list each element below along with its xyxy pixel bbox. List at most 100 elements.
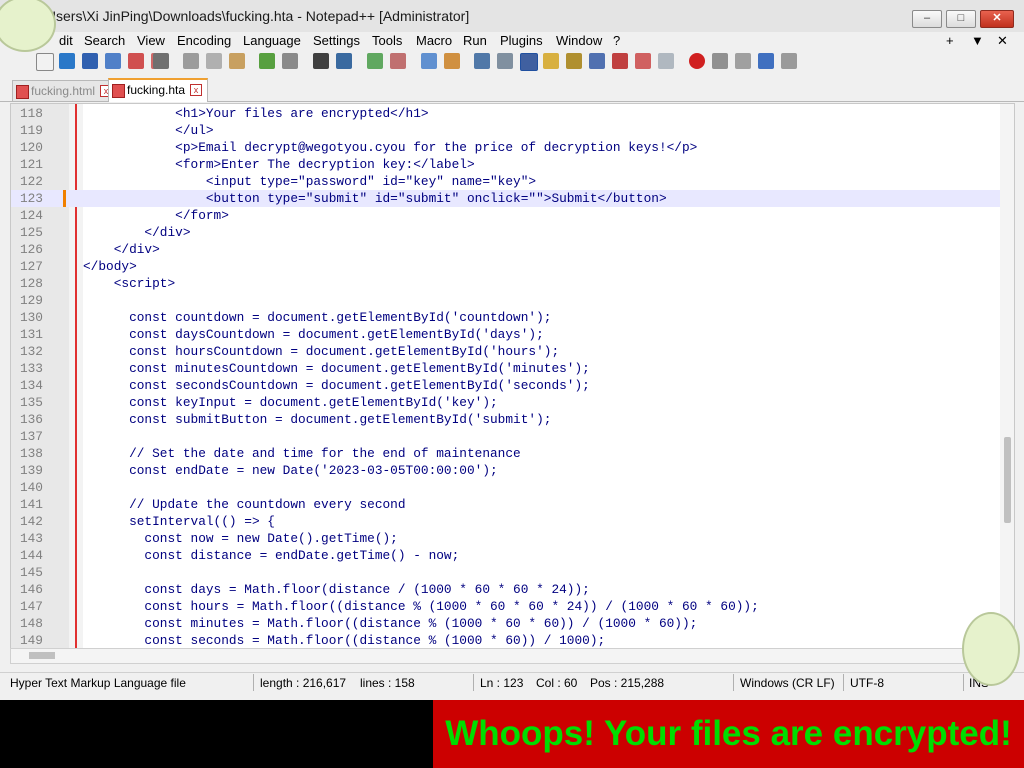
close-button[interactable]: ✕: [980, 10, 1014, 28]
desktop-pet-bottom-right[interactable]: [962, 612, 1020, 686]
code-line[interactable]: 128 <script>: [11, 275, 1001, 292]
code-line[interactable]: 136 const submitButton = document.getEle…: [11, 411, 1001, 428]
new-tab-icon[interactable]: +: [946, 33, 954, 48]
vertical-scroll-thumb[interactable]: [1004, 437, 1011, 523]
code-line[interactable]: 143 const now = new Date().getTime();: [11, 530, 1001, 547]
code-text: </ul>: [83, 123, 214, 138]
code-text: </form>: [83, 208, 229, 223]
code-line[interactable]: 132 const hoursCountdown = document.getE…: [11, 343, 1001, 360]
menu-encoding[interactable]: Encoding: [177, 33, 231, 48]
code-line[interactable]: 118 <h1>Your files are encrypted</h1>: [11, 105, 1001, 122]
code-line[interactable]: 127 </body>: [11, 258, 1001, 275]
code-line[interactable]: 138 // Set the date and time for the end…: [11, 445, 1001, 462]
doc-list-icon[interactable]: [589, 53, 605, 69]
line-number: 131: [19, 327, 43, 342]
menu-help[interactable]: ?: [613, 33, 620, 48]
status-eol[interactable]: Windows (CR LF): [740, 676, 835, 690]
word-wrap-icon[interactable]: [474, 53, 490, 69]
code-line[interactable]: 119 </ul>: [11, 122, 1001, 139]
code-line[interactable]: 122 <input type="password" id="key" name…: [11, 173, 1001, 190]
minimize-button[interactable]: –: [912, 10, 942, 28]
function-list-icon[interactable]: [612, 53, 628, 69]
doc-map-icon[interactable]: [566, 53, 582, 69]
code-line[interactable]: 145: [11, 564, 1001, 581]
cut-icon[interactable]: [183, 53, 199, 69]
line-number: 140: [19, 480, 43, 495]
code-line[interactable]: 133 const minutesCountdown = document.ge…: [11, 360, 1001, 377]
code-line[interactable]: 126 </div>: [11, 241, 1001, 258]
run-macro-multiple-icon[interactable]: [758, 53, 774, 69]
copy-icon[interactable]: [206, 53, 222, 69]
tab-list-icon[interactable]: ▼: [971, 33, 984, 48]
new-file-icon[interactable]: [36, 53, 54, 71]
menu-view[interactable]: View: [137, 33, 165, 48]
sync-vertical-icon[interactable]: [421, 53, 437, 69]
close-file-icon[interactable]: [128, 53, 144, 69]
indent-guide-icon[interactable]: [520, 53, 538, 71]
code-line[interactable]: 142 setInterval(() => {: [11, 513, 1001, 530]
code-line[interactable]: 135 const keyInput = document.getElement…: [11, 394, 1001, 411]
save-icon[interactable]: [82, 53, 98, 69]
print-icon[interactable]: [153, 53, 169, 69]
code-line[interactable]: 144 const distance = endDate.getTime() -…: [11, 547, 1001, 564]
udl-icon[interactable]: [543, 53, 559, 69]
code-line[interactable]: 125 </div>: [11, 224, 1001, 241]
code-line[interactable]: 147 const hours = Math.floor((distance %…: [11, 598, 1001, 615]
menu-run[interactable]: Run: [463, 33, 487, 48]
code-text: </div>: [83, 242, 160, 257]
tab-close-icon[interactable]: x: [190, 84, 203, 96]
code-line[interactable]: 140: [11, 479, 1001, 496]
find-icon[interactable]: [313, 53, 329, 69]
code-line[interactable]: 149 const seconds = Math.floor((distance…: [11, 632, 1001, 649]
zoom-out-icon[interactable]: [390, 53, 406, 69]
stop-macro-icon[interactable]: [712, 53, 728, 69]
menu-macro[interactable]: Macro: [416, 33, 452, 48]
code-line[interactable]: 137: [11, 428, 1001, 445]
menu-window[interactable]: Window: [556, 33, 602, 48]
code-line[interactable]: 120 <p>Email decrypt@wegotyou.cyou for t…: [11, 139, 1001, 156]
menu-search[interactable]: Search: [84, 33, 125, 48]
menu-settings[interactable]: Settings: [313, 33, 360, 48]
tab-fucking-html[interactable]: fucking.html x: [12, 80, 119, 101]
status-encoding[interactable]: UTF-8: [850, 676, 884, 690]
monitoring-icon[interactable]: [658, 53, 674, 69]
redo-icon[interactable]: [282, 53, 298, 69]
maximize-button[interactable]: □: [946, 10, 976, 28]
menu-language[interactable]: Language: [243, 33, 301, 48]
code-line[interactable]: 139 const endDate = new Date('2023-03-05…: [11, 462, 1001, 479]
folder-workspace-icon[interactable]: [635, 53, 651, 69]
code-line[interactable]: 146 const days = Math.floor(distance / (…: [11, 581, 1001, 598]
save-all-icon[interactable]: [105, 53, 121, 69]
code-line[interactable]: 141 // Update the countdown every second: [11, 496, 1001, 513]
vertical-scrollbar[interactable]: [1000, 104, 1014, 649]
code-line[interactable]: 123 <button type="submit" id="submit" on…: [11, 190, 1001, 207]
zoom-in-icon[interactable]: [367, 53, 383, 69]
replace-icon[interactable]: [336, 53, 352, 69]
undo-icon[interactable]: [259, 53, 275, 69]
code-line[interactable]: 121 <form>Enter The decryption key:</lab…: [11, 156, 1001, 173]
record-macro-icon[interactable]: [689, 53, 705, 69]
status-divider: [473, 674, 474, 691]
close-doc-icon[interactable]: ✕: [997, 33, 1008, 49]
code-line[interactable]: 130 const countdown = document.getElemen…: [11, 309, 1001, 326]
tab-fucking-hta[interactable]: fucking.hta x: [108, 78, 209, 102]
code-editor[interactable]: 118 <h1>Your files are encrypted</h1> 119…: [10, 103, 1015, 650]
save-macro-icon[interactable]: [781, 53, 797, 69]
code-line[interactable]: 131 const daysCountdown = document.getEl…: [11, 326, 1001, 343]
code-line[interactable]: 124 </form>: [11, 207, 1001, 224]
code-line[interactable]: 134 const secondsCountdown = document.ge…: [11, 377, 1001, 394]
line-number: 145: [19, 565, 43, 580]
horizontal-scrollbar[interactable]: [10, 648, 1015, 664]
menu-plugins[interactable]: Plugins: [500, 33, 543, 48]
open-file-icon[interactable]: [59, 53, 75, 69]
title-bar[interactable]: C:\Users\Xi JinPing\Downloads\fucking.ht…: [0, 0, 1024, 33]
menu-edit[interactable]: dit: [59, 33, 73, 48]
sync-horizontal-icon[interactable]: [444, 53, 460, 69]
paste-icon[interactable]: [229, 53, 245, 69]
show-all-chars-icon[interactable]: [497, 53, 513, 69]
play-macro-icon[interactable]: [735, 53, 751, 69]
code-line[interactable]: 148 const minutes = Math.floor((distance…: [11, 615, 1001, 632]
menu-tools[interactable]: Tools: [372, 33, 402, 48]
horizontal-scroll-thumb[interactable]: [29, 652, 55, 659]
code-line[interactable]: 129: [11, 292, 1001, 309]
